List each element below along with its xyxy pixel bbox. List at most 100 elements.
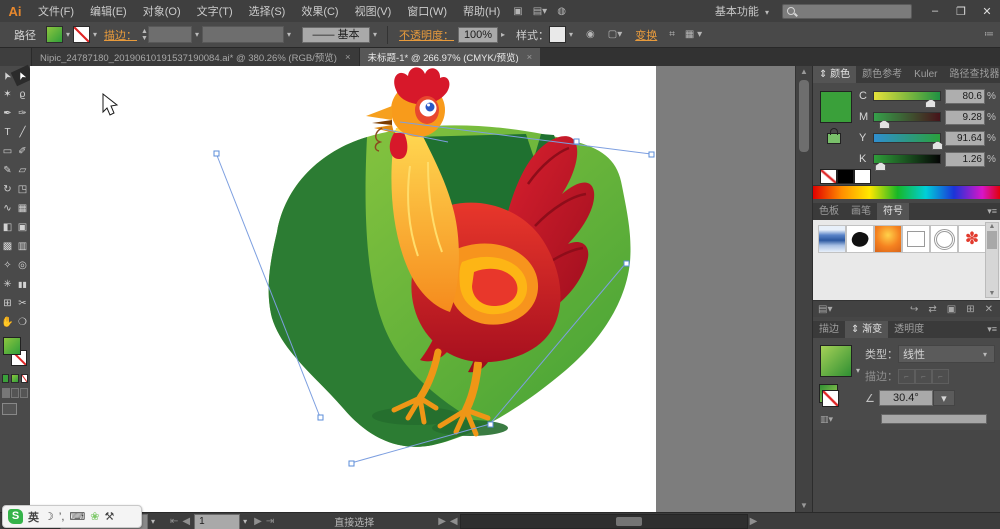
status-expand-icon[interactable]: ▶ (438, 516, 446, 527)
pen-tool[interactable]: ✒ (0, 104, 15, 123)
color-spectrum-bar[interactable] (813, 185, 1000, 199)
fill-dropdown-icon[interactable]: ▾ (66, 30, 70, 39)
ime-language-toggle[interactable]: 英 (28, 509, 39, 525)
draw-behind-button[interactable] (11, 388, 19, 398)
stroke-dropdown-icon[interactable]: ▾ (93, 30, 97, 39)
symbol-ink-splat[interactable] (846, 225, 874, 253)
gradient-annotator-icon[interactable]: ▥▾ (820, 414, 833, 425)
stroke-weight-box[interactable] (147, 26, 192, 43)
gradient-slider[interactable] (881, 414, 987, 424)
fill-stroke-control[interactable] (0, 335, 30, 371)
symbol-red-flower[interactable]: ✽ (958, 225, 986, 253)
gradient-tool[interactable]: ▥ (15, 237, 30, 256)
vscroll-thumb[interactable] (799, 80, 809, 152)
close-button[interactable]: ✕ (974, 5, 1000, 18)
delete-symbol-icon[interactable]: ✕ (985, 304, 993, 315)
stroke-link[interactable]: 描边： (104, 27, 137, 43)
screen-mode-button[interactable] (2, 403, 17, 415)
tab-swatches[interactable]: 色板 (813, 203, 845, 220)
search-input[interactable] (782, 3, 912, 19)
symbol-twirl[interactable] (930, 225, 958, 253)
gradient-stroke-proxy[interactable] (822, 390, 839, 407)
eyedropper-tool[interactable]: ✧ (0, 256, 15, 275)
zoom-dropdown-icon[interactable]: ▾ (151, 517, 155, 526)
tab-brushes[interactable]: 画笔 (845, 203, 877, 220)
next-artboard-icon[interactable]: ▶ (254, 516, 262, 527)
symbols-panel-menu-icon[interactable]: ▾≡ (987, 206, 997, 217)
paintbrush-tool[interactable]: ✐ (15, 142, 30, 161)
artboard-tool[interactable]: ⊞ (0, 294, 15, 313)
channel-y-slider[interactable] (873, 133, 944, 150)
type-tool[interactable]: T (0, 123, 15, 142)
tab-transparency[interactable]: 透明度 (888, 321, 930, 338)
menu-effect[interactable]: 效果(C) (293, 3, 346, 19)
ime-skin-icon[interactable]: ❀ (90, 510, 99, 523)
gradient-swatch[interactable] (820, 345, 852, 377)
last-artboard-icon[interactable]: ⇥ (266, 516, 274, 527)
rectangle-tool[interactable]: ▭ (0, 142, 15, 161)
ime-moon-icon[interactable]: ☽ (44, 510, 54, 523)
channel-k-slider[interactable] (873, 154, 941, 171)
symbol-orange-orb[interactable] (874, 225, 902, 253)
canvas-area[interactable] (30, 66, 795, 512)
ime-keyboard-icon[interactable]: ⌨ (69, 510, 85, 523)
tab-color[interactable]: ⇕ 颜色 (813, 66, 857, 83)
color-fill-swatch[interactable] (820, 91, 852, 123)
brush-definition-dropdown[interactable]: ―― 基本 (302, 26, 370, 43)
tab-symbols[interactable]: 符号 (877, 203, 909, 220)
column-graph-tool[interactable]: ▮▮ (15, 275, 30, 294)
gradient-mode-button[interactable] (11, 374, 19, 383)
opacity-arrow-icon[interactable]: ▸ (501, 30, 505, 39)
hscroll-thumb[interactable] (615, 517, 642, 526)
menu-type[interactable]: 文字(T) (189, 3, 241, 19)
channel-y-value[interactable]: 91.64 (945, 130, 985, 146)
gradient-type-dropdown[interactable]: 线性 ▾ (898, 345, 995, 363)
lock-icon[interactable] (827, 128, 841, 144)
angle-dropdown-icon[interactable]: ▾ (932, 390, 955, 406)
mesh-tool[interactable]: ▩ (0, 237, 15, 256)
slice-tool[interactable]: ✂ (15, 294, 30, 313)
lasso-tool[interactable]: ϱ (15, 85, 30, 104)
menu-help[interactable]: 帮助(H) (455, 3, 508, 19)
opacity-link[interactable]: 不透明度： (399, 27, 454, 43)
fill-color-chip[interactable] (46, 26, 63, 43)
new-symbol-icon[interactable]: ⊞ (966, 304, 974, 315)
hand-tool[interactable]: ✋ (0, 313, 15, 332)
menu-edit[interactable]: 编辑(E) (82, 3, 135, 19)
break-link-icon[interactable]: ⇄ (928, 304, 936, 315)
close-tab-2-icon[interactable]: × (527, 52, 533, 63)
draw-normal-button[interactable] (2, 388, 10, 398)
isolate-icon[interactable]: ⌗ (669, 29, 675, 40)
restore-button[interactable]: ❐ (948, 5, 974, 18)
black-swatch[interactable] (837, 169, 854, 184)
menu-object[interactable]: 对象(O) (135, 3, 189, 19)
tools-panel-header[interactable] (0, 48, 32, 66)
menu-select[interactable]: 选择(S) (241, 3, 294, 19)
vertical-scrollbar[interactable]: ▲ ▼ (795, 66, 812, 512)
symbol-frame[interactable] (902, 225, 930, 253)
menu-view[interactable]: 视图(V) (347, 3, 400, 19)
opacity-value-box[interactable]: 100% (458, 26, 499, 43)
none-swatch[interactable] (820, 169, 837, 184)
blend-tool[interactable]: ◎ (15, 256, 30, 275)
width-tool[interactable]: ∿ (0, 199, 15, 218)
perspective-grid-tool[interactable]: ▦ (15, 199, 30, 218)
menu-window[interactable]: 窗口(W) (399, 3, 455, 19)
tab-pathfinder[interactable]: 路径查找器 (944, 66, 1000, 83)
symbol-sprayer-tool[interactable]: ✳ (0, 275, 15, 294)
control-bar-menu-icon[interactable]: ≔ (984, 29, 994, 40)
shape-builder-tool[interactable]: ◧ (0, 218, 15, 237)
variable-width-dropdown[interactable] (201, 26, 284, 43)
align-icon[interactable]: ▦ ▾ (685, 29, 702, 40)
channel-c-value[interactable]: 80.6 (945, 88, 985, 104)
minimize-button[interactable]: – (922, 5, 948, 17)
share-icon[interactable]: ◍ (557, 6, 566, 17)
document-tab-1[interactable]: Nipic_24787180_20190610191537190084.ai* … (32, 48, 360, 66)
menu-file[interactable]: 文件(F) (30, 3, 82, 19)
bridge-icon[interactable]: ▣ (513, 6, 522, 17)
hscroll-right-icon[interactable]: ▶ (750, 516, 758, 527)
symbol-options-icon[interactable]: ▣ (947, 304, 956, 315)
channel-c-slider[interactable] (873, 91, 941, 108)
ime-toolbar[interactable]: S 英 ☽ ’, ⌨ ❀ ⚒ (2, 505, 142, 528)
scroll-up-icon[interactable]: ▲ (796, 66, 812, 78)
